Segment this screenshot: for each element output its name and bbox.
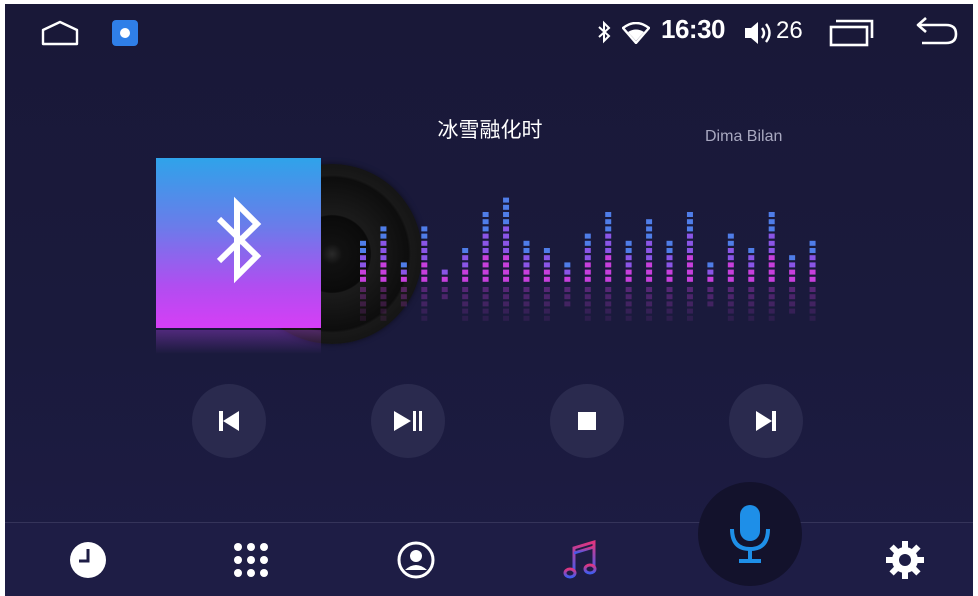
nav-contacts[interactable] (388, 532, 444, 588)
spectrum-bar (768, 212, 775, 321)
settings-icon (886, 541, 924, 579)
spectrum-bar (503, 197, 510, 321)
spectrum-bar (360, 240, 366, 321)
spectrum-bar (482, 212, 489, 321)
spectrum-bar (707, 262, 714, 307)
app-notification-icon[interactable] (112, 20, 138, 46)
spectrum-bar (421, 226, 428, 321)
status-bar: 16:30 26 (5, 4, 973, 60)
apps-grid-icon (234, 543, 268, 577)
spectrum-visualizer (360, 197, 816, 321)
spectrum-bar (625, 240, 632, 321)
next-button[interactable] (729, 384, 803, 458)
clock: 16:30 (661, 14, 726, 44)
home-button[interactable] (40, 18, 80, 48)
bluetooth-logo-icon (216, 196, 262, 284)
spectrum-bar (809, 240, 816, 321)
back-icon (916, 17, 958, 45)
album-cover (156, 158, 321, 328)
spectrum-bar (584, 233, 591, 321)
nav-recent-calls[interactable] (60, 532, 116, 588)
spectrum-bar (727, 233, 734, 321)
spectrum-bar (380, 226, 387, 321)
wifi-icon (621, 21, 651, 45)
nav-apps[interactable] (223, 532, 279, 588)
spectrum-bar (543, 248, 550, 321)
bluetooth-icon (595, 20, 615, 44)
recent-apps-icon (829, 19, 874, 47)
stop-button[interactable] (550, 384, 624, 458)
voice-assistant-button[interactable] (698, 482, 802, 586)
spectrum-bar (789, 255, 796, 314)
spectrum-bar (666, 240, 673, 321)
play-pause-icon (394, 411, 422, 431)
home-icon (41, 20, 79, 46)
previous-button[interactable] (192, 384, 266, 458)
previous-icon (219, 411, 239, 431)
bottom-nav-bar (5, 523, 973, 596)
spectrum-bar (605, 212, 612, 321)
microphone-icon (730, 505, 770, 563)
play-pause-button[interactable] (371, 384, 445, 458)
spectrum-bar (462, 248, 469, 321)
volume-icon[interactable] (742, 18, 776, 48)
contacts-icon (397, 541, 435, 579)
recent-apps-button[interactable] (827, 18, 875, 48)
recent-calls-icon (70, 542, 106, 578)
album-reflection (156, 330, 321, 354)
spectrum-bar (400, 262, 407, 307)
spectrum-bar (748, 248, 755, 321)
spectrum-bar (646, 219, 653, 321)
spectrum-bar (686, 212, 693, 321)
next-icon (756, 411, 776, 431)
spectrum-bar (564, 262, 571, 307)
spectrum-bar (441, 269, 448, 300)
artist-name: Dima Bilan (705, 128, 783, 145)
nav-music[interactable] (553, 532, 609, 588)
stop-icon (578, 412, 596, 430)
spectrum-bar (523, 240, 530, 321)
song-title: 冰雪融化时 (437, 118, 543, 142)
music-icon (563, 539, 597, 579)
back-button[interactable] (910, 16, 960, 48)
nav-settings[interactable] (877, 532, 933, 588)
volume-level: 26 (776, 17, 803, 44)
bluetooth-music-screen: 16:30 26 冰雪融化时 Dima Bilan (5, 4, 973, 596)
